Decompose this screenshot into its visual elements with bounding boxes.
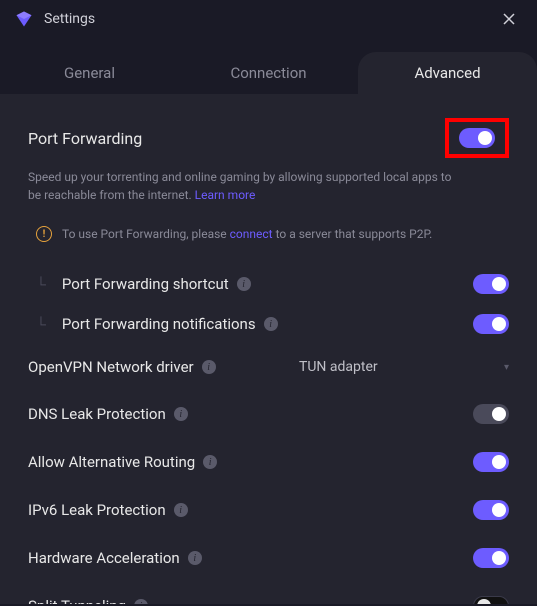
openvpn-driver-label: OpenVPN Network driver bbox=[28, 358, 194, 376]
split-tunneling-toggle[interactable] bbox=[473, 596, 509, 604]
alt-routing-toggle[interactable] bbox=[473, 452, 509, 472]
info-icon[interactable]: i bbox=[202, 360, 216, 374]
info-icon[interactable]: i bbox=[134, 599, 148, 604]
alt-routing-label: Allow Alternative Routing bbox=[28, 453, 195, 471]
learn-more-link[interactable]: Learn more bbox=[195, 188, 256, 202]
info-icon[interactable]: i bbox=[188, 551, 202, 565]
close-button[interactable] bbox=[495, 5, 523, 33]
openvpn-driver-row: OpenVPN Network driver i TUN adapter ▾ bbox=[28, 344, 509, 390]
port-forwarding-header: Port Forwarding bbox=[28, 118, 509, 158]
hardware-accel-label: Hardware Acceleration bbox=[28, 549, 180, 567]
ipv6-leak-label: IPv6 Leak Protection bbox=[28, 501, 166, 519]
tab-connection[interactable]: Connection bbox=[179, 52, 358, 94]
ipv6-leak-toggle[interactable] bbox=[473, 500, 509, 520]
warning-icon: ! bbox=[36, 226, 52, 242]
split-tunneling-row: Split Tunneling i bbox=[28, 582, 509, 604]
hardware-accel-toggle[interactable] bbox=[473, 548, 509, 568]
dns-leak-label: DNS Leak Protection bbox=[28, 405, 166, 423]
titlebar: Settings bbox=[0, 0, 537, 38]
tab-advanced[interactable]: Advanced bbox=[358, 52, 537, 94]
tree-branch-icon: └ bbox=[36, 276, 46, 293]
port-forwarding-notifications-label: Port Forwarding notifications bbox=[62, 315, 256, 333]
app-logo-icon bbox=[14, 9, 34, 29]
port-forwarding-title: Port Forwarding bbox=[28, 129, 142, 148]
alt-routing-row: Allow Alternative Routing i bbox=[28, 438, 509, 486]
tab-general[interactable]: General bbox=[0, 52, 179, 94]
port-forwarding-notice: ! To use Port Forwarding, please connect… bbox=[28, 222, 509, 246]
tree-branch-icon: └ bbox=[36, 316, 46, 333]
highlight-box bbox=[445, 118, 509, 158]
dns-leak-row: DNS Leak Protection i bbox=[28, 390, 509, 438]
info-icon[interactable]: i bbox=[237, 277, 251, 291]
info-icon[interactable]: i bbox=[264, 317, 278, 331]
tabs: General Connection Advanced bbox=[0, 38, 537, 94]
openvpn-driver-dropdown[interactable]: TUN adapter ▾ bbox=[299, 359, 509, 375]
split-tunneling-label: Split Tunneling bbox=[28, 597, 126, 604]
info-icon[interactable]: i bbox=[174, 503, 188, 517]
dns-leak-toggle[interactable] bbox=[473, 404, 509, 424]
ipv6-leak-row: IPv6 Leak Protection i bbox=[28, 486, 509, 534]
close-icon bbox=[503, 13, 515, 25]
port-forwarding-shortcut-row: └ Port Forwarding shortcut i bbox=[28, 264, 509, 304]
port-forwarding-notifications-row: └ Port Forwarding notifications i bbox=[28, 304, 509, 344]
port-forwarding-description: Speed up your torrenting and online gami… bbox=[28, 168, 458, 204]
openvpn-driver-value: TUN adapter bbox=[299, 359, 378, 375]
connect-link[interactable]: connect bbox=[230, 227, 273, 241]
port-forwarding-shortcut-label: Port Forwarding shortcut bbox=[62, 275, 229, 293]
port-forwarding-toggle[interactable] bbox=[459, 128, 495, 148]
content-panel: Port Forwarding Speed up your torrenting… bbox=[0, 94, 537, 604]
hardware-accel-row: Hardware Acceleration i bbox=[28, 534, 509, 582]
info-icon[interactable]: i bbox=[174, 407, 188, 421]
info-icon[interactable]: i bbox=[203, 455, 217, 469]
titlebar-title: Settings bbox=[44, 11, 495, 27]
chevron-down-icon: ▾ bbox=[504, 362, 509, 373]
port-forwarding-shortcut-toggle[interactable] bbox=[473, 274, 509, 294]
port-forwarding-notifications-toggle[interactable] bbox=[473, 314, 509, 334]
